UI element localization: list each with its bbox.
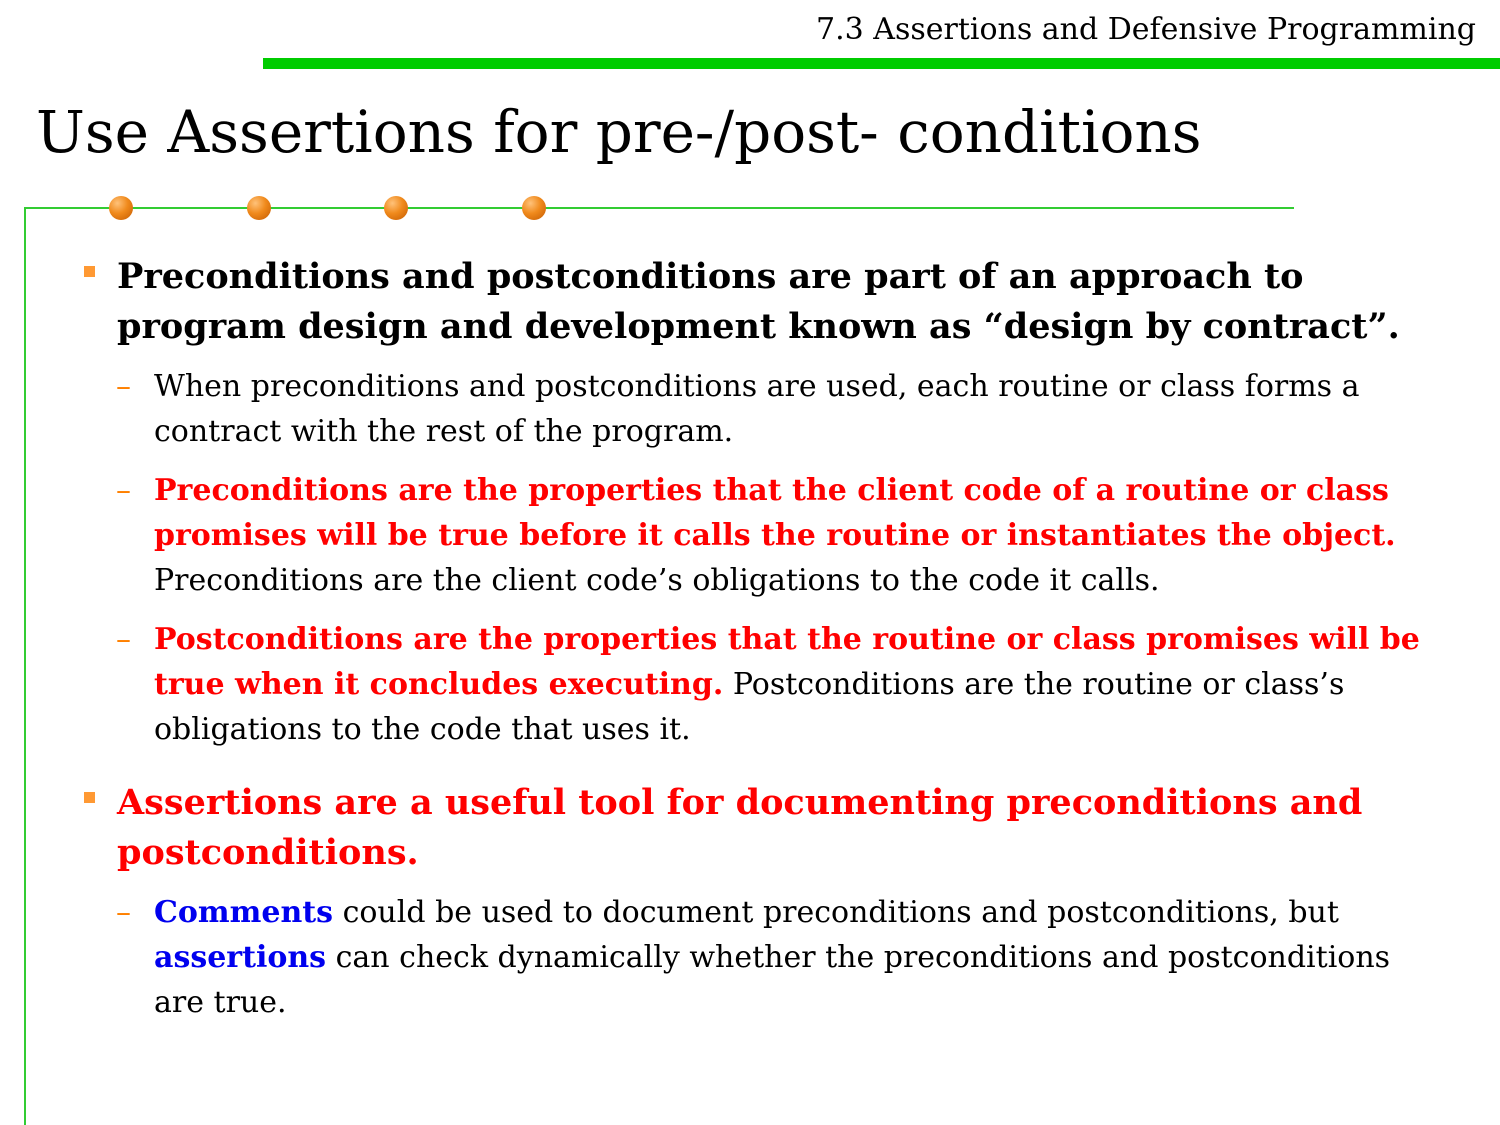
orange-dot-icon (522, 196, 546, 220)
frame-top-line (24, 207, 1294, 209)
comments-keyword: Comments (154, 895, 334, 930)
slide-title: Use Assertions for pre-/post- conditions (36, 98, 1202, 166)
bullet-design-by-contract: Preconditions and postconditions are par… (80, 252, 1420, 352)
preconditions-obligation: Preconditions are the client code’s obli… (154, 563, 1160, 598)
section-header: 7.3 Assertions and Defensive Programming (816, 12, 1476, 47)
orange-dot-icon (384, 196, 408, 220)
orange-dot-icon (247, 196, 271, 220)
header-accent-bar (263, 58, 1500, 69)
bullet-text: Assertions are a useful tool for documen… (117, 782, 1363, 873)
square-bullet-icon (84, 792, 95, 803)
slide-body: Preconditions and postconditions are par… (80, 252, 1420, 1039)
dash-bullet-icon: – (116, 369, 131, 404)
comments-text: could be used to document preconditions … (333, 895, 1339, 930)
subbullet-preconditions: – Preconditions are the properties that … (80, 468, 1420, 603)
frame-left-line (24, 207, 26, 1125)
preconditions-definition: Preconditions are the properties that th… (154, 473, 1396, 553)
assertions-keyword: assertions (154, 940, 327, 975)
orange-dot-icon (109, 196, 133, 220)
dash-bullet-icon: – (116, 895, 131, 930)
dash-bullet-icon: – (116, 473, 131, 508)
subbullet-contract: – When preconditions and postconditions … (80, 364, 1420, 454)
bullet-text: Preconditions and postconditions are par… (117, 256, 1400, 347)
assertions-text: can check dynamically whether the precon… (154, 940, 1391, 1020)
dash-bullet-icon: – (116, 622, 131, 657)
square-bullet-icon (84, 266, 95, 277)
subbullet-text: When preconditions and postconditions ar… (154, 369, 1360, 449)
subbullet-postconditions: – Postconditions are the properties that… (80, 617, 1420, 752)
subbullet-comments-vs-assertions: – Comments could be used to document pre… (80, 890, 1420, 1025)
bullet-assertions-tool: Assertions are a useful tool for documen… (80, 778, 1420, 878)
